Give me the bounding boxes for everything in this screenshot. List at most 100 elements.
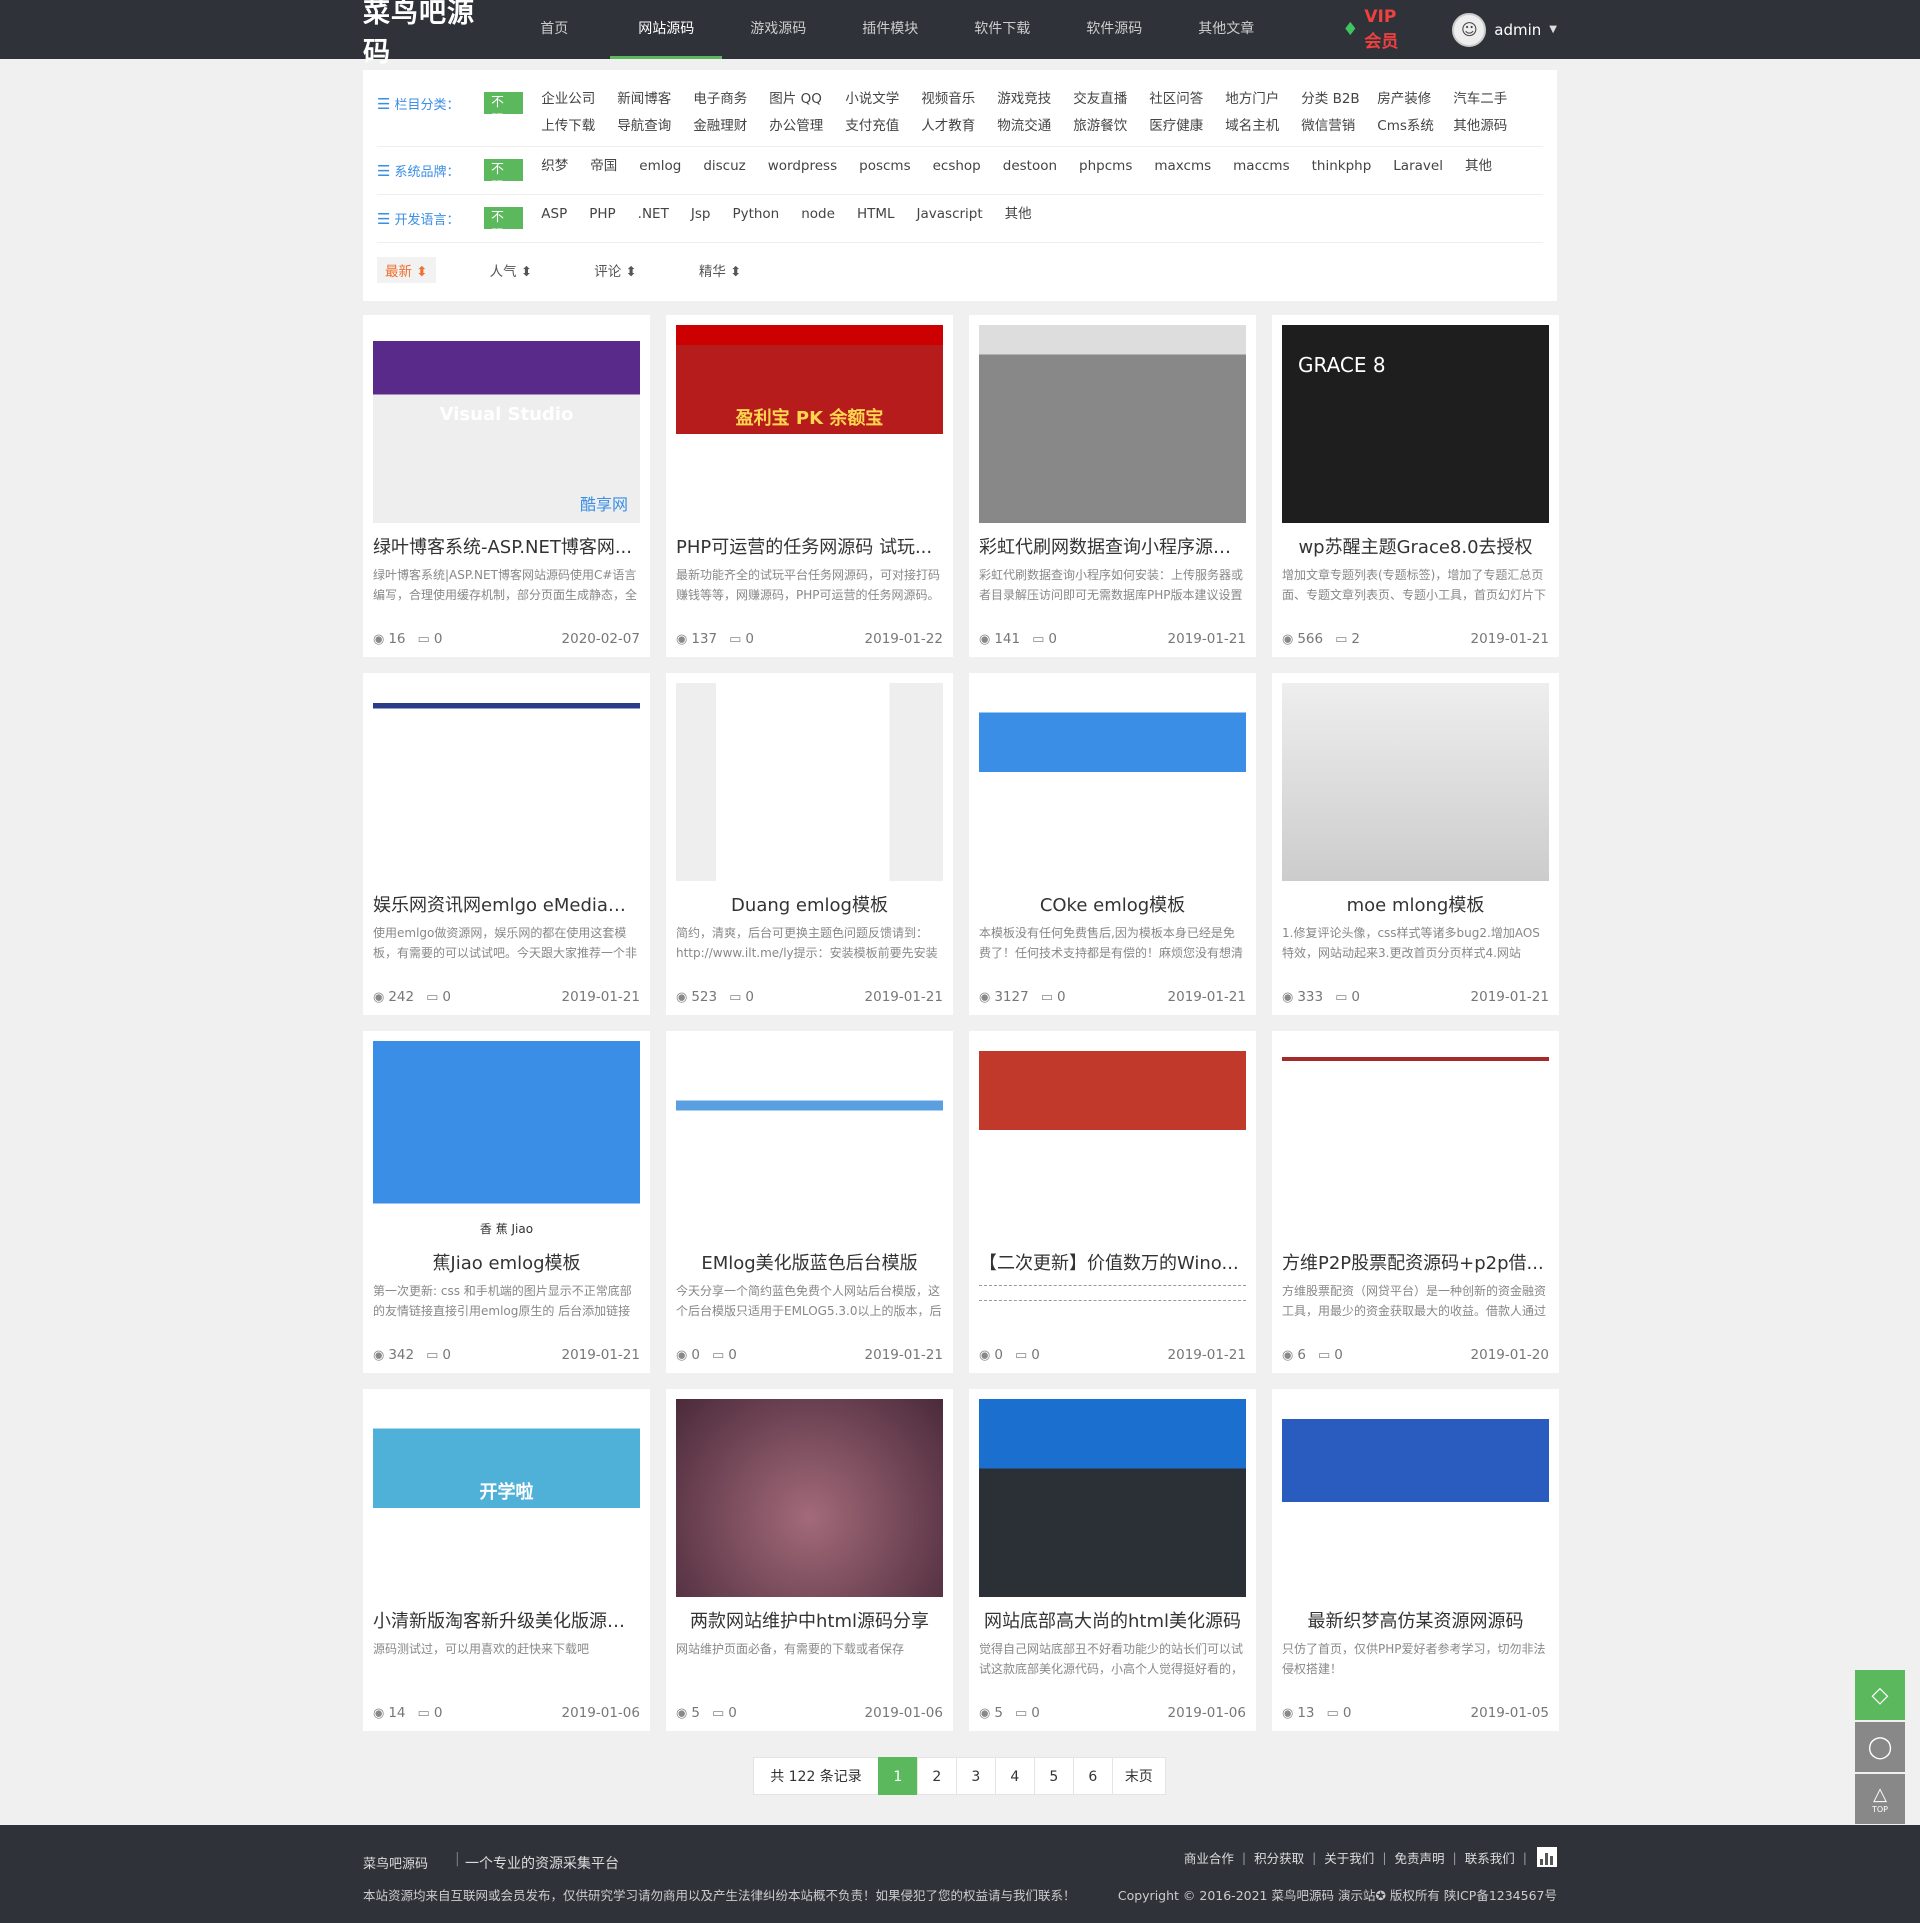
category-option[interactable]: 视频音乐 — [921, 86, 997, 113]
source-card[interactable]: EMlog美化版蓝色后台模版 今天分享一个简约蓝色免费个人网站后台模版，这个后台模… — [666, 1031, 953, 1373]
back-to-top-button[interactable]: △ TOP — [1855, 1774, 1905, 1824]
card-title[interactable]: 蕉Jiao emlog模板 — [373, 1249, 640, 1275]
filter-all-brand[interactable]: 不限 — [483, 159, 524, 195]
source-card[interactable]: 两款网站维护中html源码分享 网站维护页面必备，有需要的下载或者保存 ◉ 5 ▭ 0 20… — [666, 1389, 953, 1731]
category-option[interactable]: 小说文学 — [845, 86, 921, 113]
card-title[interactable]: 两款网站维护中html源码分享 — [676, 1607, 943, 1633]
card-title[interactable]: 娱乐网资讯网emlgo eMedia媒... — [373, 891, 640, 917]
source-card[interactable]: Duang emlog模板 简约，清爽，后台可更换主题色问题反馈请到：http:/… — [666, 673, 953, 1015]
language-option[interactable]: Javascript — [917, 201, 983, 228]
source-card[interactable]: GRACE 8 wp苏醒主题Grace8.0去授权 增加文章专题列表(专题标签)，增… — [1272, 315, 1559, 657]
source-card[interactable]: 盈利宝 PK 余额宝 PHP可运营的任务网源码 试玩... 最新功能齐全的试玩平台任… — [666, 315, 953, 657]
user-menu[interactable]: ☺ admin ▼ — [1452, 12, 1557, 47]
source-card[interactable]: 最新织梦高仿某资源网源码 只仿了首页，仅供PHP爱好者参考学习，切勿非法侵权搭建！… — [1272, 1389, 1559, 1731]
thumbnail-image[interactable]: GRACE 8 — [1282, 325, 1549, 523]
brand-option[interactable]: discuz — [703, 153, 745, 180]
category-option[interactable]: 地方门户 — [1225, 86, 1301, 113]
chat-float-button[interactable]: ◯ — [1855, 1722, 1905, 1772]
card-title[interactable]: 网站底部高大尚的html美化源码 — [979, 1607, 1246, 1633]
thumbnail-image[interactable] — [676, 1041, 943, 1239]
category-option[interactable]: 社区问答 — [1149, 86, 1225, 113]
category-option[interactable]: 金融理财 — [693, 113, 769, 140]
brand-option[interactable]: maxcms — [1154, 153, 1211, 180]
card-title[interactable]: Duang emlog模板 — [676, 891, 943, 917]
vip-link[interactable]: ♦ VIP会员 — [1342, 7, 1412, 52]
thumbnail-image[interactable]: 开学啦 — [373, 1399, 640, 1597]
category-option[interactable]: 上传下载 — [541, 113, 617, 140]
brand-option[interactable]: ecshop — [933, 153, 981, 180]
nav-home[interactable]: 首页 — [498, 0, 610, 59]
card-title[interactable]: wp苏醒主题Grace8.0去授权 — [1282, 533, 1549, 559]
thumbnail-image[interactable] — [1282, 1041, 1549, 1239]
source-card[interactable]: COke emlog模板 本模板没有任何免费售后,因为模板本身已经是免费了！任何技… — [969, 673, 1256, 1015]
pager-page-3[interactable]: 3 — [955, 1757, 996, 1795]
sort-latest[interactable]: 最新 ⬍ — [377, 257, 436, 283]
language-option[interactable]: PHP — [589, 201, 615, 228]
brand-option[interactable]: maccms — [1233, 153, 1289, 180]
card-title[interactable]: PHP可运营的任务网源码 试玩... — [676, 533, 943, 559]
language-option[interactable]: .NET — [638, 201, 669, 228]
category-option[interactable]: 人才教育 — [921, 113, 997, 140]
brand-option[interactable]: destoon — [1003, 153, 1057, 180]
card-title[interactable]: 彩虹代刷网数据查询小程序源码... — [979, 533, 1246, 559]
category-option[interactable]: 分类 B2B — [1301, 86, 1377, 113]
card-title[interactable]: 小清新版淘客新升级美化版源码... — [373, 1607, 640, 1633]
thumbnail-image[interactable] — [676, 683, 943, 881]
brand-option[interactable]: Laravel — [1393, 153, 1443, 180]
source-card[interactable]: 彩虹代刷网数据查询小程序源码... 彩虹代刷数据查询小程序如何安装：上传服务器或者… — [969, 315, 1256, 657]
source-card[interactable]: 网站底部高大尚的html美化源码 觉得自己网站底部丑不好看功能少的站长们可以试试这… — [969, 1389, 1256, 1731]
brand-option[interactable]: thinkphp — [1312, 153, 1372, 180]
source-card[interactable]: moe mlong模板 1.修复评论头像，css样式等诸多bug2.增加AOS特效… — [1272, 673, 1559, 1015]
language-option[interactable]: 其他 — [1005, 201, 1032, 228]
brand-option[interactable]: poscms — [859, 153, 910, 180]
brand-option[interactable]: 织梦 — [541, 153, 568, 180]
source-card[interactable]: 开学啦 小清新版淘客新升级美化版源码... 源码测试过，可以用喜欢的赶快来下载吧 ◉ 1… — [363, 1389, 650, 1731]
category-option[interactable]: 医疗健康 — [1149, 113, 1225, 140]
card-title[interactable]: EMlog美化版蓝色后台模版 — [676, 1249, 943, 1275]
language-option[interactable]: HTML — [857, 201, 895, 228]
thumbnail-image[interactable] — [676, 1399, 943, 1597]
category-option[interactable]: 汽车二手 — [1453, 86, 1529, 113]
category-option[interactable]: 图片 QQ — [769, 86, 845, 113]
pager-page-2[interactable]: 2 — [916, 1757, 957, 1795]
footer-link-about[interactable]: 关于我们 — [1324, 1848, 1374, 1867]
card-title[interactable]: 【二次更新】价值数万的Wino... — [979, 1249, 1246, 1275]
footer-link-business[interactable]: 商业合作 — [1184, 1848, 1234, 1867]
source-card[interactable]: 方维P2P股票配资源码+p2p借... 方维股票配资（网贷平台）是一种创新的资金融… — [1272, 1031, 1559, 1373]
category-option[interactable]: 新闻博客 — [617, 86, 693, 113]
brand-option[interactable]: 帝国 — [590, 153, 617, 180]
brand-option[interactable]: wordpress — [768, 153, 837, 180]
thumbnail-image[interactable]: Visual Studio 酷享网 — [373, 325, 640, 523]
category-option[interactable]: 微信营销 — [1301, 113, 1377, 140]
thumbnail-image[interactable] — [373, 683, 640, 881]
thumbnail-image[interactable]: 香 蕉 Jiao — [373, 1041, 640, 1239]
nav-plugins[interactable]: 插件模块 — [834, 0, 946, 59]
thumbnail-image[interactable] — [979, 683, 1246, 881]
brand-option[interactable]: phpcms — [1079, 153, 1132, 180]
vip-float-button[interactable]: ◇ — [1855, 1670, 1905, 1720]
footer-link-disclaimer[interactable]: 免责声明 — [1395, 1848, 1445, 1867]
nav-software-download[interactable]: 软件下载 — [946, 0, 1058, 59]
thumbnail-image[interactable] — [979, 1399, 1246, 1597]
category-option[interactable]: 游戏竞技 — [997, 86, 1073, 113]
filter-all-category[interactable]: 不限 — [483, 92, 524, 128]
card-title[interactable]: 最新织梦高仿某资源网源码 — [1282, 1607, 1549, 1633]
category-option[interactable]: 其他源码 — [1453, 113, 1529, 140]
pager-page-6[interactable]: 6 — [1072, 1757, 1113, 1795]
card-title[interactable]: 绿叶博客系统-ASP.NET博客网... — [373, 533, 640, 559]
filter-all-language[interactable]: 不限 — [483, 207, 524, 243]
pager-page-1[interactable]: 1 — [877, 1757, 918, 1795]
card-title[interactable]: 方维P2P股票配资源码+p2p借... — [1282, 1249, 1549, 1275]
nav-other-articles[interactable]: 其他文章 — [1170, 0, 1282, 59]
pager-page-5[interactable]: 5 — [1033, 1757, 1074, 1795]
brand-option[interactable]: 其他 — [1465, 153, 1492, 180]
sort-popular[interactable]: 人气 ⬍ — [482, 257, 541, 283]
thumbnail-image[interactable]: 盈利宝 PK 余额宝 — [676, 325, 943, 523]
source-card[interactable]: 【二次更新】价值数万的Wino... ◉ 0 ▭ 0 2019-01-21 — [969, 1031, 1256, 1373]
nav-game-source[interactable]: 游戏源码 — [722, 0, 834, 59]
source-card[interactable]: Visual Studio 酷享网 绿叶博客系统-ASP.NET博客网... 绿叶博客… — [363, 315, 650, 657]
footer-link-points[interactable]: 积分获取 — [1254, 1848, 1304, 1867]
pager-page-4[interactable]: 4 — [994, 1757, 1035, 1795]
sort-featured[interactable]: 精华 ⬍ — [691, 257, 750, 283]
thumbnail-image[interactable] — [1282, 1399, 1549, 1597]
